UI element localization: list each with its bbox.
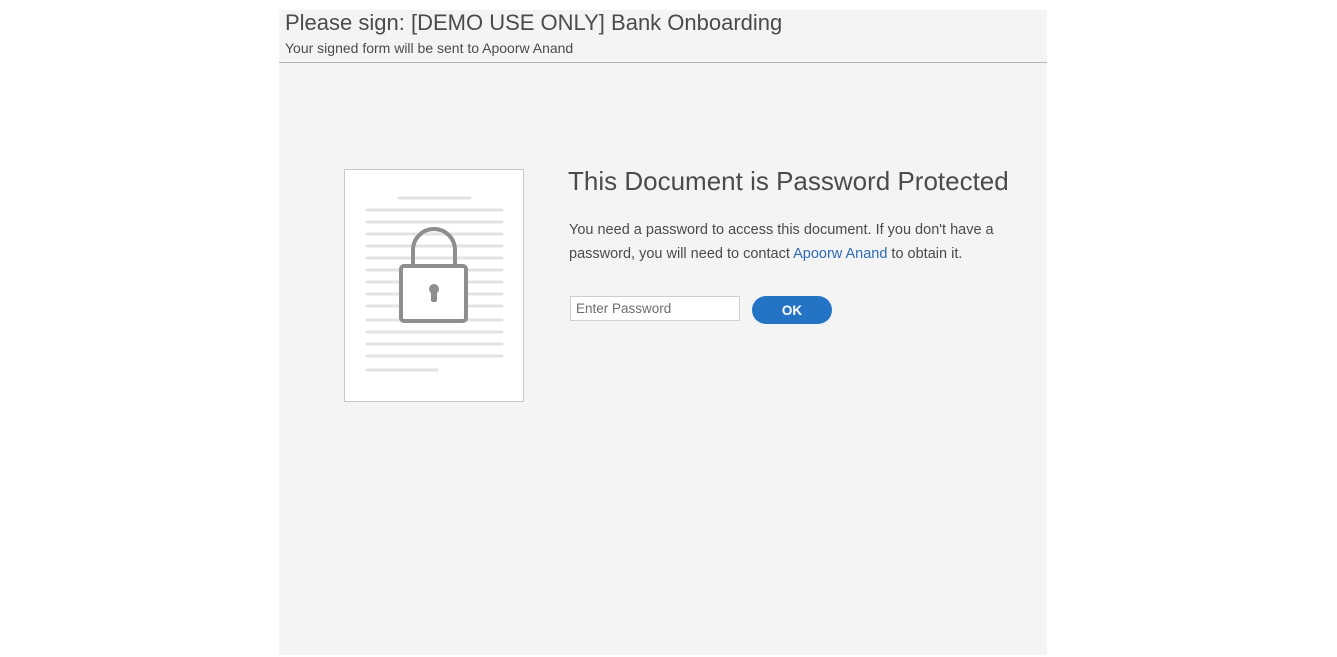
page-header: Please sign: [DEMO USE ONLY] Bank Onboar… (279, 10, 1047, 63)
message-text-end: to obtain it. (887, 246, 963, 262)
protection-message: You need a password to access this docum… (569, 218, 999, 266)
document-icon (344, 169, 524, 402)
signing-panel: Please sign: [DEMO USE ONLY] Bank Onboar… (279, 10, 1047, 655)
ok-button[interactable]: OK (752, 296, 832, 324)
lock-icon (399, 227, 468, 323)
contact-link[interactable]: Apoorw Anand (793, 246, 887, 262)
document-lines-graphic (365, 196, 504, 372)
page-subtitle: Your signed form will be sent to Apoorw … (285, 40, 574, 56)
protected-title: This Document is Password Protected (568, 166, 1009, 196)
page-title: Please sign: [DEMO USE ONLY] Bank Onboar… (285, 10, 783, 35)
password-input[interactable] (570, 296, 740, 321)
